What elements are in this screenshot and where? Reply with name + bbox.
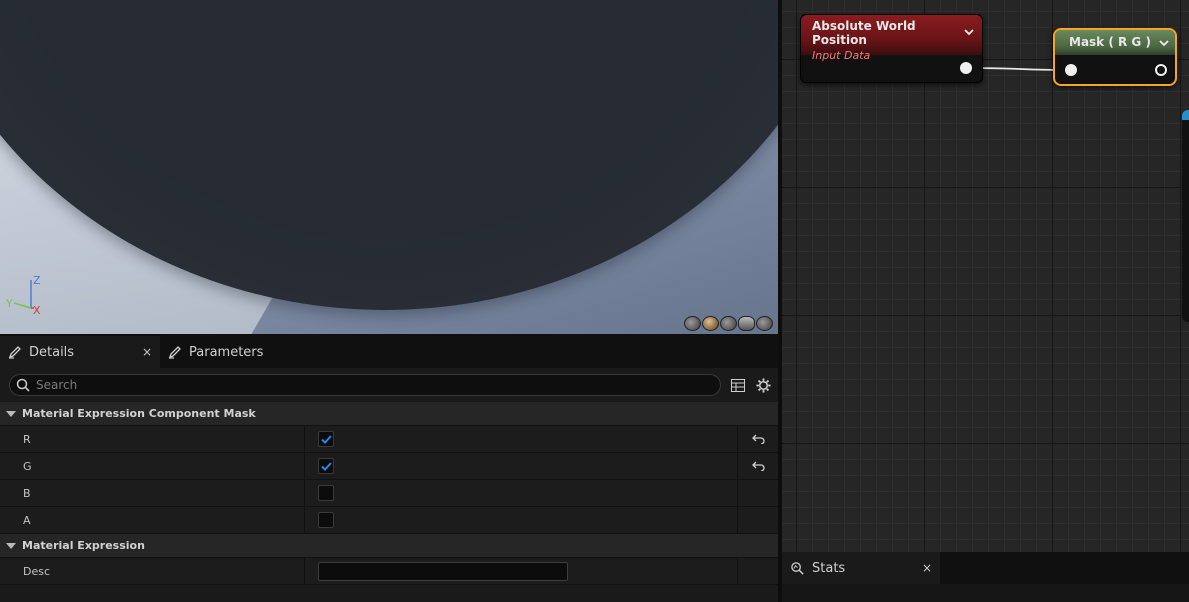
pencil-icon (8, 346, 21, 359)
output-pin[interactable] (960, 62, 972, 74)
node-header: Mask ( R G ) (1055, 30, 1175, 55)
property-row-desc: Desc (0, 558, 778, 585)
gear-icon[interactable] (755, 376, 773, 394)
tab-details[interactable]: Details × (0, 336, 160, 368)
tab-stats-label: Stats (812, 560, 846, 576)
search-box[interactable] (9, 374, 721, 396)
checkbox-b[interactable] (318, 485, 334, 501)
table-view-icon[interactable] (729, 376, 747, 394)
node-title: Mask ( R G ) (1069, 35, 1151, 49)
property-name: A (0, 507, 305, 533)
expand-arrow-icon (6, 410, 16, 417)
close-icon[interactable]: × (142, 345, 152, 359)
output-pin[interactable] (1155, 64, 1167, 76)
category-component-mask[interactable]: Material Expression Component Mask (0, 402, 778, 426)
details-panel: Details × Parameters Search Material Exp… (0, 334, 778, 602)
stats-tabbar: Stats × (782, 552, 1189, 584)
tab-parameters-label: Parameters (189, 344, 264, 360)
chevron-down-icon[interactable] (1159, 36, 1169, 50)
category-material-expression[interactable]: Material Expression (0, 534, 778, 558)
close-icon[interactable]: × (922, 561, 932, 575)
stats-icon (791, 561, 804, 575)
tab-parameters[interactable]: Parameters (160, 336, 271, 368)
reset-to-default-icon[interactable] (738, 426, 778, 452)
property-name: B (0, 480, 305, 506)
property-row-g: G (0, 453, 778, 480)
preview-mesh-buttons (684, 316, 773, 331)
property-name: R (0, 426, 305, 452)
search-input[interactable] (36, 378, 720, 392)
pencil-icon (168, 346, 181, 359)
reset-to-default-icon[interactable] (738, 453, 778, 479)
axis-z-label: Z (33, 274, 41, 287)
node-header: Absolute World Position Input Data (801, 15, 982, 62)
property-row-b: B (0, 480, 778, 507)
desc-input[interactable] (318, 561, 568, 581)
details-tabbar: Details × Parameters (0, 336, 778, 368)
tab-details-label: Details (29, 344, 75, 360)
teapot-icon[interactable] (756, 316, 773, 331)
node-subtitle: Input Data (812, 49, 871, 62)
checkbox-a[interactable] (318, 512, 334, 528)
cylinder-icon[interactable] (684, 316, 701, 331)
axis-y-label: Y (6, 297, 13, 310)
checkmark-icon (320, 434, 332, 444)
node-absolute-world-position[interactable]: Absolute World Position Input Data (800, 14, 983, 83)
tab-stats[interactable]: Stats × (782, 552, 940, 584)
node-mask-rg[interactable]: Mask ( R G ) (1053, 28, 1177, 86)
chevron-down-icon[interactable] (964, 25, 974, 39)
checkbox-g[interactable] (318, 458, 334, 474)
material-editor: Z Y X Details × Parameters Search Materi… (0, 0, 1189, 602)
property-row-a: A (0, 507, 778, 534)
property-name: G (0, 453, 305, 479)
property-name: Desc (0, 558, 305, 584)
sphere-icon[interactable] (702, 316, 719, 331)
property-row-r: R (0, 426, 778, 453)
category-title: Material Expression (22, 539, 145, 552)
input-pin[interactable] (1065, 64, 1077, 76)
preview-viewport[interactable]: Z Y X (0, 0, 778, 334)
axis-x-label: X (33, 304, 41, 316)
stats-panel: Stats × (782, 552, 1189, 602)
node-title: Absolute World Position (812, 19, 916, 47)
search-icon (16, 378, 30, 392)
checkmark-icon (320, 461, 332, 471)
checkbox-r[interactable] (318, 431, 334, 447)
search-row (0, 368, 778, 402)
plane-icon[interactable] (720, 316, 737, 331)
cube-icon[interactable] (738, 316, 755, 331)
offscreen-node[interactable] (1182, 110, 1189, 322)
axis-gizmo-icon: Z Y X (6, 274, 41, 316)
material-graph[interactable]: Absolute World Position Input Data Mask … (782, 0, 1189, 552)
category-title: Material Expression Component Mask (22, 407, 256, 420)
expand-arrow-icon (6, 542, 16, 549)
